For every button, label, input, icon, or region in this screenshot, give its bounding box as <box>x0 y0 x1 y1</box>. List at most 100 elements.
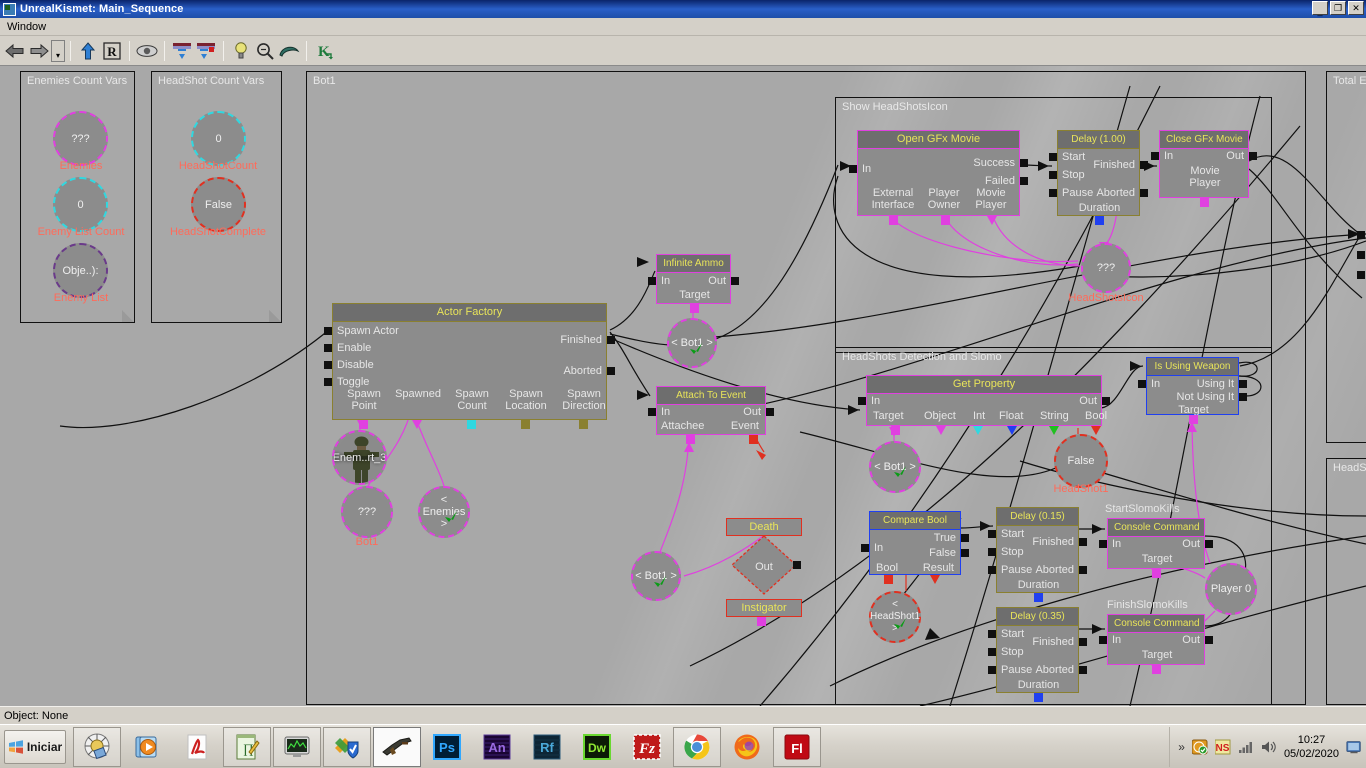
connector-stop[interactable] <box>988 548 996 556</box>
connector-spawn-actor[interactable] <box>324 327 332 335</box>
connector-spawn-location[interactable] <box>521 420 530 429</box>
pin-pause[interactable]: Pause <box>1001 564 1032 576</box>
connector-pause[interactable] <box>988 666 996 674</box>
pin-finished[interactable]: Finished <box>1032 536 1074 548</box>
forward-icon[interactable] <box>27 39 51 63</box>
connector-right-edge-1[interactable] <box>1357 231 1365 239</box>
node-console-command-finish[interactable]: Console Command In Out Target <box>1107 614 1205 665</box>
back-icon[interactable] <box>3 39 27 63</box>
connector-finished[interactable] <box>1079 538 1087 546</box>
pin-in[interactable]: In <box>1112 634 1121 646</box>
connector-spawned[interactable] <box>412 420 422 429</box>
pin-aborted[interactable]: Aborted <box>1035 564 1074 576</box>
history-dropdown-icon[interactable]: ▾ <box>51 40 65 62</box>
taskbar-unreal-editor[interactable] <box>73 727 121 767</box>
ns-icon[interactable]: NS <box>1215 739 1231 755</box>
taskbar-system-monitor[interactable] <box>273 727 321 767</box>
connector-out[interactable] <box>731 277 739 285</box>
pin-false[interactable]: False <box>929 547 956 559</box>
connector-in[interactable] <box>1099 636 1107 644</box>
pin-aborted[interactable]: Aborted <box>1096 187 1135 199</box>
connector-start[interactable] <box>988 630 996 638</box>
connector-string[interactable] <box>1049 426 1059 435</box>
kismet-canvas[interactable]: Enemies Count Vars HeadShot Count Vars B… <box>0 66 1366 706</box>
pin-failed[interactable]: Failed <box>985 175 1015 187</box>
pin-in[interactable]: In <box>1151 378 1160 390</box>
node-infinite-ammo[interactable]: Infinite Ammo In Out Target <box>656 254 731 304</box>
pin-disable[interactable]: Disable <box>337 359 374 371</box>
connector-in[interactable] <box>861 544 869 552</box>
connector-right-edge-2[interactable] <box>1357 251 1365 259</box>
node-actor-factory[interactable]: Actor Factory Spawn Actor Enable Disable… <box>332 303 607 420</box>
death-event-diamond[interactable]: Out <box>726 534 802 597</box>
taskbar-filezilla[interactable]: Fz <box>623 727 671 767</box>
variable-player0[interactable]: Player 0 <box>1205 563 1257 615</box>
connector-target[interactable] <box>891 426 900 435</box>
variable-enemy-list[interactable]: Obje..): <box>53 243 108 298</box>
show-desktop-icon[interactable] <box>1346 739 1362 755</box>
variable-enemies-ref[interactable]: < Enemies > <box>418 486 470 538</box>
pin-pause[interactable]: Pause <box>1062 187 1093 199</box>
taskbar-start-button[interactable]: Iniciar <box>4 730 66 764</box>
connector-right-edge-3[interactable] <box>1357 271 1365 279</box>
pin-out[interactable]: Out <box>743 406 761 418</box>
variable-bot1-attach[interactable]: < Bot1 > <box>631 551 681 601</box>
close-button[interactable]: ✕ <box>1348 1 1364 15</box>
connector-death-out[interactable] <box>793 561 801 569</box>
pin-out[interactable]: Out <box>708 275 726 287</box>
connector-spawn-point[interactable] <box>359 420 368 429</box>
variable-enemy-list-count[interactable]: 0 <box>53 177 108 232</box>
node-is-using-weapon[interactable]: Is Using Weapon In Using It Not Using It… <box>1146 357 1239 415</box>
connector-bool[interactable] <box>884 575 893 584</box>
connector-spawn-direction[interactable] <box>579 420 588 429</box>
pin-aborted[interactable]: Aborted <box>563 365 602 377</box>
connector-bool[interactable] <box>1091 426 1101 435</box>
pin-out[interactable]: Out <box>1226 150 1244 162</box>
taskbar-reflow[interactable]: Rf <box>523 727 571 767</box>
variable-enemy-start-pawn[interactable]: Enem..rt_3 <box>332 430 387 485</box>
variable-enemies[interactable]: ??? <box>53 111 108 166</box>
node-get-property[interactable]: Get Property In Out Target Object Int Fl… <box>866 375 1102 426</box>
node-delay-0-15[interactable]: Delay (0.15) Start Stop Pause Finished A… <box>996 507 1079 593</box>
connector-result[interactable] <box>930 575 940 584</box>
connector-false[interactable] <box>961 549 969 557</box>
curve-wires-icon[interactable] <box>277 39 301 63</box>
node-console-command-start[interactable]: Console Command In Out Target <box>1107 518 1205 569</box>
connector-out[interactable] <box>1249 152 1257 160</box>
pin-toggle[interactable]: Toggle <box>337 376 369 388</box>
pin-in[interactable]: In <box>874 542 883 554</box>
connector-using-it[interactable] <box>1239 380 1247 388</box>
pin-in[interactable]: In <box>1164 150 1173 162</box>
connector-enable[interactable] <box>324 344 332 352</box>
pin-in[interactable]: In <box>661 406 670 418</box>
pin-in[interactable]: In <box>871 395 880 407</box>
connector-duration[interactable] <box>1034 593 1043 602</box>
connector-out[interactable] <box>766 408 774 416</box>
clock[interactable]: 10:27 05/02/2020 <box>1284 733 1339 761</box>
group-headshots-right[interactable]: HeadSh <box>1326 458 1366 705</box>
connector-target[interactable] <box>690 304 699 313</box>
volume-icon[interactable] <box>1261 739 1277 755</box>
connector-in[interactable] <box>1138 380 1146 388</box>
connector-start[interactable] <box>988 530 996 538</box>
connector-in[interactable] <box>648 408 656 416</box>
pin-start[interactable]: Start <box>1062 151 1085 163</box>
connector-start[interactable] <box>1049 153 1057 161</box>
connector-aborted[interactable] <box>607 367 615 375</box>
show-connectors-red-icon[interactable] <box>194 39 218 63</box>
resize-handle[interactable] <box>122 310 134 322</box>
connector-event[interactable] <box>749 435 758 444</box>
connector-in[interactable] <box>648 277 656 285</box>
taskbar-firefox[interactable] <box>723 727 771 767</box>
connector-in[interactable] <box>1151 152 1159 160</box>
pin-out[interactable]: Out <box>1182 538 1200 550</box>
connector-object[interactable] <box>936 426 946 435</box>
pin-finished[interactable]: Finished <box>1093 159 1135 171</box>
variable-bot1-infinite-ammo[interactable]: < Bot1 > <box>667 318 717 368</box>
connector-target[interactable] <box>1152 665 1161 674</box>
connector-toggle[interactable] <box>324 378 332 386</box>
pin-enable[interactable]: Enable <box>337 342 371 354</box>
connector-target[interactable] <box>1189 415 1198 424</box>
taskbar-adobe-reader[interactable] <box>173 727 221 767</box>
pin-not-using-it[interactable]: Not Using It <box>1177 391 1234 403</box>
